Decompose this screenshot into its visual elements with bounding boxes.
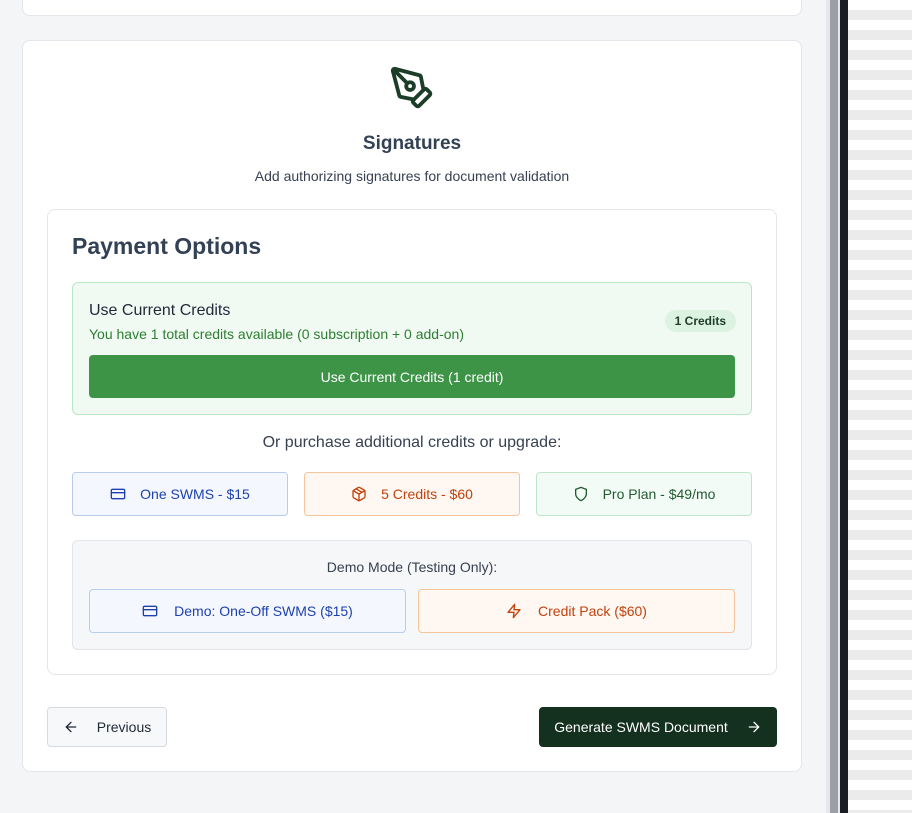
pen-tool-icon — [390, 66, 433, 109]
zap-icon — [507, 603, 521, 619]
pro-plan-button[interactable]: Pro Plan - $49/mo — [536, 472, 752, 516]
one-swms-button[interactable]: One SWMS - $15 — [72, 472, 288, 516]
one-swms-label: One SWMS - $15 — [140, 486, 250, 502]
scrollbar-thumb[interactable] — [830, 0, 838, 813]
payment-options-card: Payment Options Use Current Credits You … — [47, 209, 777, 675]
credit-card-icon — [110, 488, 126, 500]
five-credits-label: 5 Credits - $60 — [381, 486, 473, 502]
demo-mode-label: Demo Mode (Testing Only): — [326, 559, 498, 575]
demo-credit-pack-label: Credit Pack ($60) — [538, 603, 647, 619]
shield-icon — [574, 486, 587, 502]
arrow-right-icon — [748, 721, 760, 733]
pro-plan-label: Pro Plan - $49/mo — [602, 486, 716, 502]
purchase-prompt: Or purchase additional credits or upgrad… — [262, 434, 562, 451]
previous-button[interactable]: Previous — [47, 707, 167, 747]
current-credits-description: You have 1 total credits available (0 su… — [89, 326, 464, 342]
generate-swms-button[interactable]: Generate SWMS Document — [539, 707, 777, 747]
panel-divider — [840, 0, 848, 813]
signatures-title: Signatures — [362, 133, 462, 154]
demo-one-off-label: Demo: One-Off SWMS ($15) — [174, 603, 353, 619]
payment-options-title: Payment Options — [72, 233, 262, 259]
five-credits-button[interactable]: 5 Credits - $60 — [304, 472, 520, 516]
main-content: Signatures Add authorizing signatures fo… — [0, 0, 826, 813]
current-credits-panel: Use Current Credits You have 1 total cre… — [72, 282, 752, 415]
previous-section-card — [22, 0, 802, 16]
demo-credit-pack-button[interactable]: Credit Pack ($60) — [418, 589, 735, 633]
previous-label: Previous — [96, 719, 152, 735]
credits-badge: 1 Credits — [664, 310, 736, 332]
package-icon — [352, 486, 366, 502]
signatures-subtitle: Add authorizing signatures for document … — [254, 168, 570, 184]
demo-one-off-button[interactable]: Demo: One-Off SWMS ($15) — [89, 589, 406, 633]
current-credits-heading: Use Current Credits — [89, 302, 231, 319]
credit-card-icon — [142, 605, 158, 617]
arrow-left-icon — [65, 721, 77, 733]
demo-mode-panel: Demo Mode (Testing Only): Demo: One-Off … — [72, 540, 752, 650]
signatures-step-card: Signatures Add authorizing signatures fo… — [22, 40, 802, 772]
generate-label: Generate SWMS Document — [554, 719, 728, 735]
side-panel-background — [848, 0, 912, 813]
use-current-credits-button[interactable]: Use Current Credits (1 credit) — [89, 355, 735, 398]
